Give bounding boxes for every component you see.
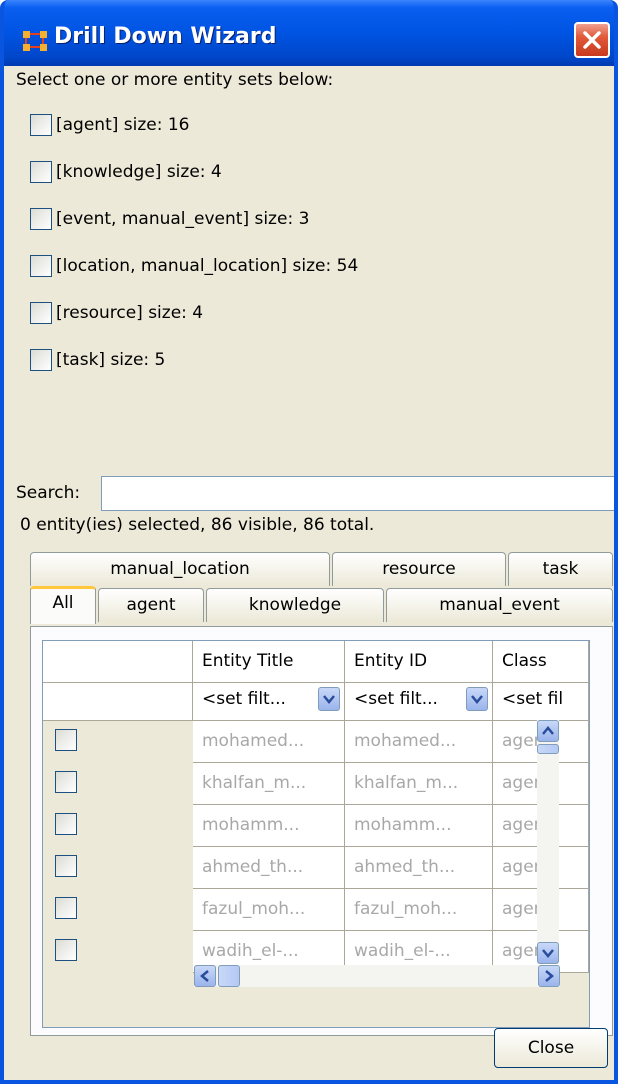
cell-entity-id: fazul_moh...: [345, 889, 493, 931]
entity-set-row[interactable]: [task] size: 5: [30, 349, 358, 396]
column-header-class[interactable]: Class: [493, 641, 589, 683]
tab-manual-event[interactable]: manual_event: [386, 588, 613, 622]
entity-set-list: [agent] size: 16 [knowledge] size: 4 [ev…: [30, 114, 358, 396]
entity-set-row[interactable]: [resource] size: 4: [30, 302, 358, 349]
chevron-right-icon: [545, 970, 554, 982]
window-close-button[interactable]: [574, 22, 610, 58]
tab-task[interactable]: task: [508, 552, 613, 586]
title-bar[interactable]: Drill Down Wizard: [4, 0, 614, 66]
filter-dropdown-button[interactable]: [466, 687, 488, 711]
cell-entity-title: mohamm...: [193, 805, 345, 847]
cell-entity-title: ahmed_th...: [193, 847, 345, 889]
tab-label: manual_location: [110, 559, 250, 579]
chevron-up-icon: [542, 726, 554, 735]
cell-entity-title: fazul_moh...: [193, 889, 345, 931]
entity-set-label[interactable]: [resource] size: 4: [56, 302, 203, 324]
vertical-scroll-thumb[interactable]: [537, 744, 559, 754]
column-header-entity-title[interactable]: Entity Title: [193, 641, 345, 683]
entity-set-row[interactable]: [agent] size: 16: [30, 114, 358, 161]
entity-set-checkbox[interactable]: [30, 255, 52, 277]
tab-all[interactable]: All: [30, 586, 96, 624]
row-checkbox[interactable]: [55, 855, 77, 877]
scroll-right-button[interactable]: [538, 965, 560, 987]
chevron-down-icon: [471, 695, 483, 704]
vertical-scrollbar[interactable]: [537, 720, 559, 964]
table-row[interactable]: mohamed... mohamed... agent: [43, 721, 589, 763]
entity-set-label[interactable]: [task] size: 5: [56, 349, 165, 371]
row-checkbox[interactable]: [55, 897, 77, 919]
tab-label: knowledge: [248, 595, 342, 615]
row-checkbox[interactable]: [55, 729, 77, 751]
entity-set-checkbox[interactable]: [30, 349, 52, 371]
tab-label: All: [52, 593, 74, 613]
table-row[interactable]: khalfan_m... khalfan_m... agent: [43, 763, 589, 805]
entity-set-checkbox[interactable]: [30, 161, 52, 183]
row-checkbox[interactable]: [55, 813, 77, 835]
horizontal-scroll-thumb[interactable]: [218, 965, 240, 987]
entity-set-checkbox[interactable]: [30, 208, 52, 230]
entity-set-label[interactable]: [location, manual_location] size: 54: [56, 255, 358, 277]
dialog-body: Select one or more entity sets below: [a…: [4, 66, 614, 1080]
entity-set-label[interactable]: [knowledge] size: 4: [56, 161, 222, 183]
drill-down-wizard-window: Drill Down Wizard Select one or more ent…: [0, 0, 618, 1084]
filter-corner: [43, 683, 193, 721]
column-header-entity-id[interactable]: Entity ID: [345, 641, 493, 683]
entity-set-label[interactable]: [agent] size: 16: [56, 114, 190, 136]
tab-label: manual_event: [439, 595, 560, 615]
scroll-up-button[interactable]: [537, 720, 559, 742]
filter-dropdown-button[interactable]: [318, 687, 340, 711]
cell-entity-id: khalfan_m...: [345, 763, 493, 805]
scroll-left-button[interactable]: [194, 965, 216, 987]
table-row[interactable]: ahmed_th... ahmed_th... agent: [43, 847, 589, 889]
table-row[interactable]: mohamm... mohamm... agent: [43, 805, 589, 847]
tab-agent[interactable]: agent: [98, 588, 204, 622]
row-checkbox[interactable]: [55, 939, 77, 961]
cell-entity-id: ahmed_th...: [345, 847, 493, 889]
selection-status: 0 entity(ies) selected, 86 visible, 86 t…: [20, 515, 375, 535]
chevron-left-icon: [200, 970, 209, 982]
filter-value: <set filt...: [202, 689, 286, 709]
tab-label: task: [542, 559, 579, 579]
row-checkbox[interactable]: [55, 771, 77, 793]
tab-resource[interactable]: resource: [332, 552, 506, 586]
tab-label: agent: [126, 595, 176, 615]
search-label: Search:: [16, 483, 81, 503]
filter-value: <set filt...: [354, 689, 438, 709]
class-filter[interactable]: <set fil: [493, 683, 589, 721]
cell-entity-title: mohamed...: [193, 721, 345, 763]
entity-set-checkbox[interactable]: [30, 114, 52, 136]
entity-set-checkbox[interactable]: [30, 302, 52, 324]
entity-set-label[interactable]: [event, manual_event] size: 3: [56, 208, 309, 230]
entity-id-filter[interactable]: <set filt...: [345, 683, 493, 721]
filter-value: <set fil: [502, 689, 564, 709]
table-header-corner: [43, 641, 193, 683]
entity-set-row[interactable]: [location, manual_location] size: 54: [30, 255, 358, 302]
cell-entity-id: mohamm...: [345, 805, 493, 847]
entity-title-filter[interactable]: <set filt...: [193, 683, 345, 721]
tab-label: resource: [382, 559, 456, 579]
cell-entity-id: mohamed...: [345, 721, 493, 763]
app-network-icon: [23, 31, 47, 51]
chevron-down-icon: [542, 949, 554, 958]
tab-knowledge[interactable]: knowledge: [206, 588, 384, 622]
search-input[interactable]: [101, 476, 614, 511]
window-title: Drill Down Wizard: [54, 24, 277, 49]
cell-entity-title: khalfan_m...: [193, 763, 345, 805]
entity-set-row[interactable]: [event, manual_event] size: 3: [30, 208, 358, 255]
tab-manual-location[interactable]: manual_location: [30, 552, 330, 586]
instruction-label: Select one or more entity sets below:: [16, 70, 334, 90]
horizontal-scrollbar[interactable]: [194, 965, 560, 987]
scroll-down-button[interactable]: [537, 942, 559, 964]
close-icon: [583, 31, 601, 49]
entity-set-row[interactable]: [knowledge] size: 4: [30, 161, 358, 208]
close-button[interactable]: Close: [494, 1028, 608, 1068]
table-row[interactable]: fazul_moh... fazul_moh... agent: [43, 889, 589, 931]
chevron-down-icon: [323, 695, 335, 704]
